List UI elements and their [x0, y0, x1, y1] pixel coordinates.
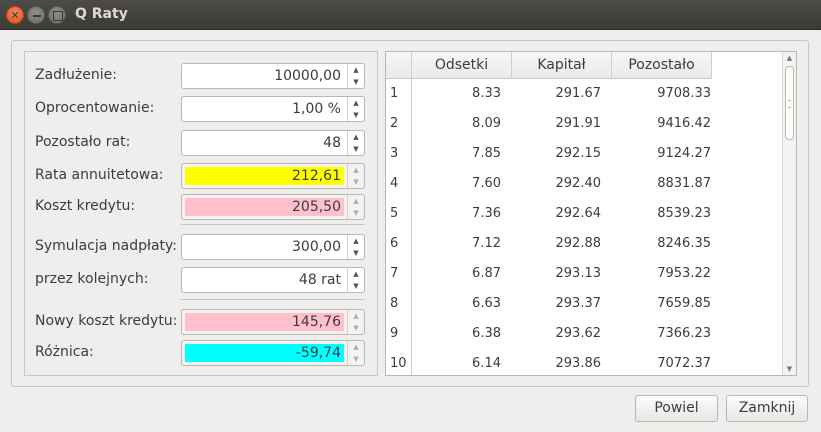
row-header[interactable]: 7	[386, 259, 412, 289]
table-cell[interactable]: 7659.85	[621, 289, 711, 319]
column-header-kapital[interactable]: Kapitał	[512, 52, 612, 79]
spinbox-field[interactable]: 1,00 % ▲ ▼	[181, 96, 365, 122]
close-icon[interactable]: ✕	[6, 6, 24, 24]
spinbox-value[interactable]: 205,50	[185, 198, 344, 216]
row-header[interactable]: 1	[386, 79, 412, 109]
spin-arrows-icon[interactable]: ▲ ▼	[347, 268, 364, 292]
table-corner	[386, 52, 412, 79]
table-cell[interactable]: 6.14	[411, 349, 501, 375]
row-header[interactable]: 3	[386, 139, 412, 169]
spin-arrows-icon[interactable]: ▲ ▼	[347, 131, 364, 155]
spinbox-value[interactable]: -59,74	[185, 344, 344, 362]
scroll-down-icon[interactable]: ▼	[783, 363, 796, 375]
table-cell[interactable]: 8246.35	[621, 229, 711, 259]
spinbox-value[interactable]: 48 rat	[185, 271, 344, 289]
spin-arrows-icon[interactable]: ▲ ▼	[347, 235, 364, 259]
table-cell[interactable]: 293.62	[511, 319, 602, 349]
table-cell[interactable]: 6.63	[411, 289, 501, 319]
table-cell[interactable]: 292.15	[511, 139, 602, 169]
spin-arrows-icon[interactable]: ▲ ▼	[347, 195, 364, 219]
schedule-table[interactable]: Odsetki Kapitał Pozostało 1 8.33 291.67 970…	[385, 51, 797, 376]
title-bar: ✕ Q Raty	[0, 0, 821, 30]
table-cell[interactable]: 292.88	[511, 229, 602, 259]
row-header[interactable]: 5	[386, 199, 412, 229]
form-label: Oprocentowanie:	[35, 100, 155, 116]
spinbox-value[interactable]: 212,61	[185, 167, 344, 185]
spin-arrows-icon[interactable]: ▲ ▼	[347, 310, 364, 334]
spin-arrows-icon[interactable]: ▲ ▼	[347, 97, 364, 121]
spinbox-value[interactable]: 145,76	[185, 313, 344, 331]
spinbox-value[interactable]: 10000,00	[185, 67, 344, 85]
row-header[interactable]: 2	[386, 109, 412, 139]
row-header[interactable]: 6	[386, 229, 412, 259]
table-cell[interactable]: 6.38	[411, 319, 501, 349]
table-cell[interactable]: 293.37	[511, 289, 602, 319]
table-cell[interactable]: 7.85	[411, 139, 501, 169]
spinbox-value[interactable]: 300,00	[185, 238, 344, 256]
scroll-thumb[interactable]	[785, 66, 794, 140]
spinbox-field[interactable]: 205,50 ▲ ▼	[181, 194, 365, 220]
form-separator	[181, 224, 365, 225]
form-label: Różnica:	[35, 344, 94, 360]
table-cell[interactable]: 291.91	[511, 109, 602, 139]
maximize-icon[interactable]	[48, 6, 66, 24]
table-cell[interactable]: 292.40	[511, 169, 602, 199]
spinbox-value[interactable]: 48	[185, 134, 344, 152]
table-cell[interactable]: 7366.23	[621, 319, 711, 349]
table-cell[interactable]: 293.86	[511, 349, 602, 375]
table-cell[interactable]: 8.33	[411, 79, 501, 109]
spin-arrows-icon[interactable]: ▲ ▼	[347, 341, 364, 365]
row-header[interactable]: 4	[386, 169, 412, 199]
form-label: Pozostało rat:	[35, 134, 131, 150]
table-cell[interactable]: 8831.87	[621, 169, 711, 199]
vertical-scrollbar[interactable]: ▲ ▼	[782, 52, 796, 375]
form-label: przez kolejnych:	[35, 271, 149, 287]
table-cell[interactable]: 8539.23	[621, 199, 711, 229]
column-header-pozostalo[interactable]: Pozostało	[612, 52, 712, 79]
scroll-up-icon[interactable]: ▲	[783, 52, 796, 64]
minimize-icon[interactable]	[27, 6, 45, 24]
table-cell[interactable]: 291.67	[511, 79, 602, 109]
window-title: Q Raty	[75, 6, 128, 22]
row-header[interactable]: 9	[386, 319, 412, 349]
table-cell[interactable]: 8.09	[411, 109, 501, 139]
form-label: Symulacja nadpłaty:	[35, 238, 178, 254]
table-cell[interactable]: 7072.37	[621, 349, 711, 375]
table-cell[interactable]: 293.13	[511, 259, 602, 289]
row-header[interactable]: 10	[386, 349, 412, 375]
close-button[interactable]: Zamknij	[726, 395, 808, 422]
spinbox-value[interactable]: 1,00 %	[185, 100, 344, 118]
spin-arrows-icon[interactable]: ▲ ▼	[347, 64, 364, 88]
form-label: Zadłużenie:	[35, 67, 117, 83]
spinbox-field[interactable]: -59,74 ▲ ▼	[181, 340, 365, 366]
table-cell[interactable]: 9124.27	[621, 139, 711, 169]
table-cell[interactable]: 7953.22	[621, 259, 711, 289]
table-cell[interactable]: 9416.42	[621, 109, 711, 139]
spinbox-field[interactable]: 212,61 ▲ ▼	[181, 163, 365, 189]
form-label: Nowy koszt kredytu:	[35, 313, 178, 329]
spin-arrows-icon[interactable]: ▲ ▼	[347, 164, 364, 188]
spinbox-field[interactable]: 145,76 ▲ ▼	[181, 309, 365, 335]
table-cell[interactable]: 6.87	[411, 259, 501, 289]
table-cell[interactable]: 7.12	[411, 229, 501, 259]
table-cell[interactable]: 292.64	[511, 199, 602, 229]
table-cell[interactable]: 9708.33	[621, 79, 711, 109]
column-header-odsetki[interactable]: Odsetki	[412, 52, 512, 79]
form-label: Koszt kredytu:	[35, 198, 136, 214]
spinbox-field[interactable]: 10000,00 ▲ ▼	[181, 63, 365, 89]
table-cell[interactable]: 7.60	[411, 169, 501, 199]
form-separator	[181, 299, 365, 300]
duplicate-button[interactable]: Powiel	[635, 395, 718, 422]
table-cell[interactable]: 7.36	[411, 199, 501, 229]
spinbox-field[interactable]: 300,00 ▲ ▼	[181, 234, 365, 260]
spinbox-field[interactable]: 48 rat ▲ ▼	[181, 267, 365, 293]
spinbox-field[interactable]: 48 ▲ ▼	[181, 130, 365, 156]
form-label: Rata annuitetowa:	[35, 167, 164, 183]
row-header[interactable]: 8	[386, 289, 412, 319]
